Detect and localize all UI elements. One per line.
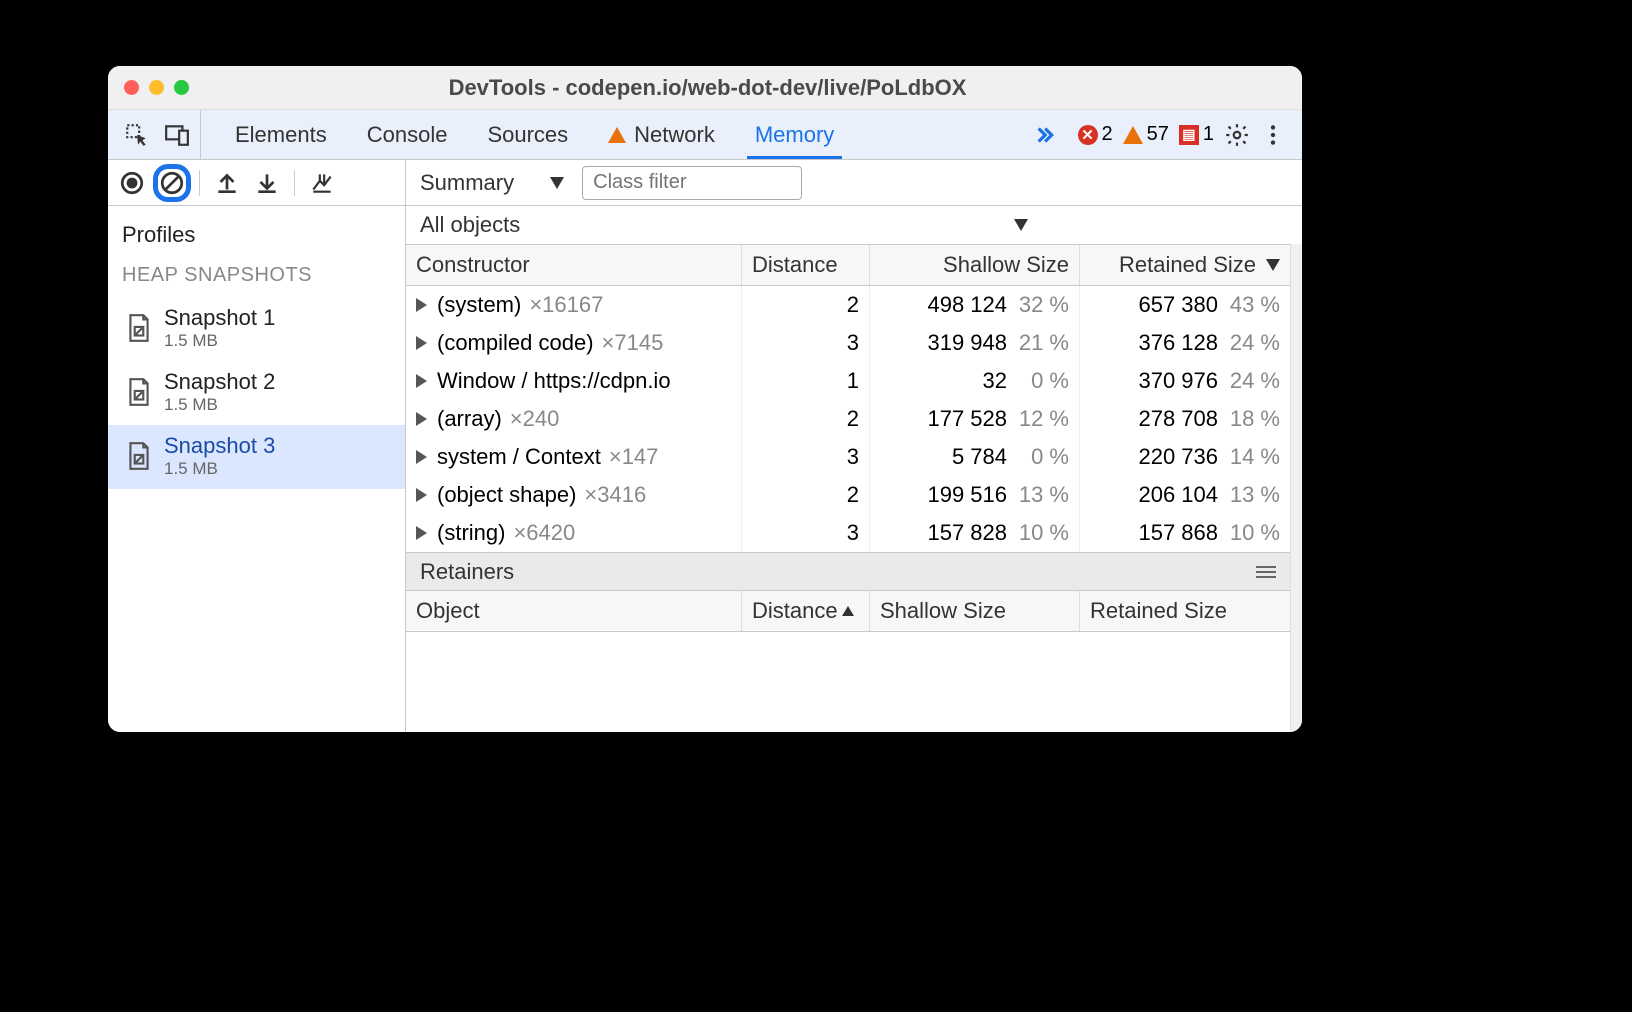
snapshot-name: Snapshot 3	[164, 433, 275, 459]
warning-icon	[608, 127, 626, 143]
profiles-toolbar	[108, 160, 405, 206]
view-mode-dropdown[interactable]: Summary	[420, 170, 564, 196]
window-title: DevTools - codepen.io/web-dot-dev/live/P…	[189, 75, 1226, 101]
issues-badge[interactable]: ▤1	[1179, 123, 1214, 146]
inspect-icon[interactable]	[124, 122, 150, 148]
main-panel: Summary All objects Constructor Distance…	[406, 160, 1302, 732]
retainers-empty	[406, 632, 1290, 732]
table-header: Constructor Distance Shallow Size Retain…	[406, 244, 1290, 286]
sort-asc-icon	[842, 606, 854, 616]
expand-icon[interactable]	[416, 336, 427, 350]
sidebar: Profiles HEAP SNAPSHOTS Snapshot 1 1.5 M…	[108, 160, 406, 732]
snapshot-name: Snapshot 1	[164, 305, 275, 331]
snapshot-size: 1.5 MB	[164, 331, 275, 351]
table-row[interactable]: (system)×16167 2 498 12432 % 657 38043 %	[406, 286, 1290, 324]
devtools-window: DevTools - codepen.io/web-dot-dev/live/P…	[108, 66, 1302, 732]
th-retained2[interactable]: Retained Size	[1080, 591, 1290, 631]
th-object[interactable]: Object	[406, 591, 742, 631]
tab-network[interactable]: Network	[588, 110, 735, 159]
class-filter-input[interactable]	[582, 166, 802, 200]
snapshot-item[interactable]: Snapshot 1 1.5 MB	[108, 297, 405, 361]
download-button[interactable]	[253, 169, 281, 197]
tab-elements[interactable]: Elements	[215, 110, 347, 159]
tab-console[interactable]: Console	[347, 110, 468, 159]
retainers-header: Retainers	[406, 552, 1290, 590]
clear-button[interactable]	[158, 169, 186, 197]
more-icon[interactable]	[1260, 122, 1286, 148]
table-row[interactable]: system / Context×147 3 5 7840 % 220 7361…	[406, 438, 1290, 476]
expand-icon[interactable]	[416, 374, 427, 388]
th-distance[interactable]: Distance	[742, 245, 870, 285]
retainers-menu-icon[interactable]	[1256, 566, 1276, 578]
snapshot-item[interactable]: Snapshot 2 1.5 MB	[108, 361, 405, 425]
tab-memory[interactable]: Memory	[735, 110, 854, 159]
sort-desc-icon	[1266, 259, 1280, 271]
errors-badge[interactable]: ✕2	[1078, 123, 1113, 146]
th-shallow2[interactable]: Shallow Size	[870, 591, 1080, 631]
retainers-table-header: Object Distance Shallow Size Retained Si…	[406, 590, 1290, 632]
snapshot-size: 1.5 MB	[164, 395, 275, 415]
expand-icon[interactable]	[416, 412, 427, 426]
tabbar: Elements Console Sources Network Memory …	[108, 110, 1302, 160]
table-row[interactable]: (array)×240 2 177 52812 % 278 70818 %	[406, 400, 1290, 438]
expand-icon[interactable]	[416, 488, 427, 502]
tab-sources[interactable]: Sources	[467, 110, 588, 159]
more-tabs-button[interactable]	[1018, 110, 1068, 159]
chevron-down-icon	[1014, 219, 1028, 231]
expand-icon[interactable]	[416, 450, 427, 464]
expand-icon[interactable]	[416, 526, 427, 540]
table-body: (system)×16167 2 498 12432 % 657 38043 %…	[406, 286, 1290, 552]
expand-icon[interactable]	[416, 298, 427, 312]
th-distance2[interactable]: Distance	[742, 591, 870, 631]
titlebar: DevTools - codepen.io/web-dot-dev/live/P…	[108, 66, 1302, 110]
table-row[interactable]: Window / https://cdpn.io 1 320 % 370 976…	[406, 362, 1290, 400]
warnings-badge[interactable]: 57	[1123, 123, 1169, 146]
table-row[interactable]: (compiled code)×7145 3 319 94821 % 376 1…	[406, 324, 1290, 362]
th-constructor[interactable]: Constructor	[406, 245, 742, 285]
main-toolbar: Summary	[406, 160, 1302, 206]
profiles-label: Profiles	[108, 206, 405, 258]
traffic-lights	[124, 80, 189, 95]
snapshot-size: 1.5 MB	[164, 459, 275, 479]
table-row[interactable]: (string)×6420 3 157 82810 % 157 86810 %	[406, 514, 1290, 552]
settings-icon[interactable]	[1224, 122, 1250, 148]
minimize-window-button[interactable]	[149, 80, 164, 95]
gc-button[interactable]	[308, 169, 336, 197]
maximize-window-button[interactable]	[174, 80, 189, 95]
snapshot-item[interactable]: Snapshot 3 1.5 MB	[108, 425, 405, 489]
device-toolbar-icon[interactable]	[164, 122, 190, 148]
heap-snapshots-label: HEAP SNAPSHOTS	[108, 258, 405, 297]
record-button[interactable]	[118, 169, 146, 197]
th-retained[interactable]: Retained Size	[1080, 245, 1290, 285]
upload-button[interactable]	[213, 169, 241, 197]
objects-filter-dropdown[interactable]: All objects	[420, 212, 1288, 238]
close-window-button[interactable]	[124, 80, 139, 95]
chevron-down-icon	[550, 177, 564, 189]
snapshot-name: Snapshot 2	[164, 369, 275, 395]
scrollbar[interactable]	[1290, 244, 1302, 732]
th-shallow[interactable]: Shallow Size	[870, 245, 1080, 285]
table-row[interactable]: (object shape)×3416 2 199 51613 % 206 10…	[406, 476, 1290, 514]
